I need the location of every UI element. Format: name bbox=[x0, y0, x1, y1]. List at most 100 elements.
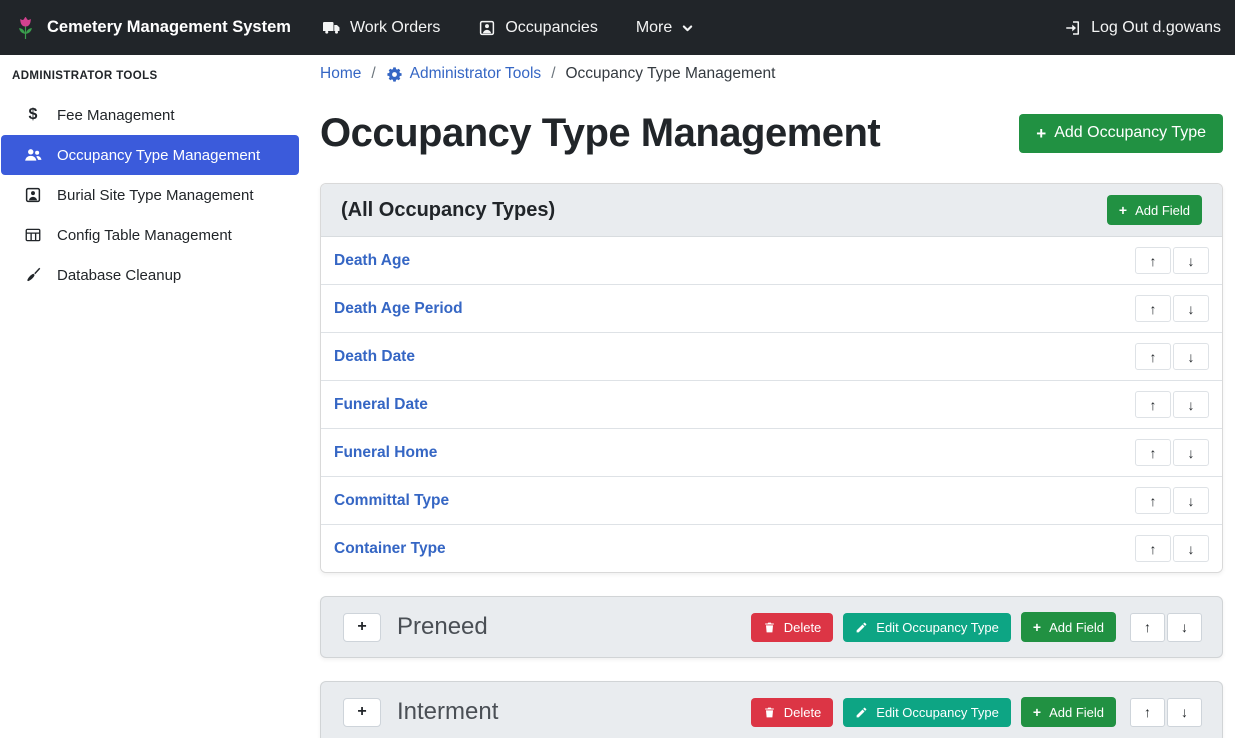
move-up-button[interactable]: ↑ bbox=[1135, 247, 1171, 274]
truck-icon bbox=[323, 19, 341, 37]
field-link-funeral-date[interactable]: Funeral Date bbox=[334, 396, 428, 414]
move-up-button[interactable]: ↑ bbox=[1135, 343, 1171, 370]
move-up-button[interactable]: ↑ bbox=[1130, 698, 1165, 727]
plus-icon: + bbox=[1033, 705, 1041, 719]
reorder-controls: ↑ ↓ bbox=[1135, 247, 1209, 274]
delete-label: Delete bbox=[784, 621, 822, 634]
add-field-label: Add Field bbox=[1049, 621, 1104, 634]
expand-button[interactable]: + bbox=[343, 613, 381, 642]
field-link-container-type[interactable]: Container Type bbox=[334, 540, 446, 558]
sidebar-list: $ Fee Management Occupancy Type Manageme… bbox=[0, 95, 300, 295]
app-screen: Cemetery Management System Work Orders bbox=[0, 0, 1235, 738]
trash-icon bbox=[763, 706, 776, 719]
move-down-button[interactable]: ↓ bbox=[1173, 487, 1209, 514]
sidebar-item-label: Occupancy Type Management bbox=[57, 147, 260, 164]
add-field-button[interactable]: + Add Field bbox=[1021, 697, 1116, 727]
nav-work-orders[interactable]: Work Orders bbox=[323, 19, 440, 37]
occupancy-type-section-preneed: + Preneed Delete bbox=[320, 596, 1223, 658]
field-link-committal-type[interactable]: Committal Type bbox=[334, 492, 449, 510]
add-occupancy-type-label: Add Occupancy Type bbox=[1054, 125, 1206, 141]
move-down-button[interactable]: ↓ bbox=[1167, 698, 1202, 727]
sidebar-item-label: Config Table Management bbox=[57, 227, 232, 244]
breadcrumb: Home / Administrator Tools / Occupancy T… bbox=[320, 65, 1223, 83]
move-down-button[interactable]: ↓ bbox=[1173, 391, 1209, 418]
section-title: Interment bbox=[397, 698, 498, 726]
breadcrumb-admin-tools-label: Administrator Tools bbox=[410, 65, 542, 83]
broom-icon bbox=[23, 266, 43, 284]
pencil-icon bbox=[855, 621, 868, 634]
sidebar-item-label: Fee Management bbox=[57, 107, 175, 124]
page-title: Occupancy Type Management bbox=[320, 109, 880, 157]
add-field-button[interactable]: + Add Field bbox=[1021, 612, 1116, 642]
move-up-button[interactable]: ↑ bbox=[1135, 295, 1171, 322]
add-occupancy-type-button[interactable]: + Add Occupancy Type bbox=[1019, 114, 1223, 153]
add-field-button[interactable]: + Add Field bbox=[1107, 195, 1202, 225]
move-down-button[interactable]: ↓ bbox=[1167, 613, 1202, 642]
sidebar-item-database-cleanup[interactable]: Database Cleanup bbox=[0, 255, 300, 295]
edit-occupancy-type-label: Edit Occupancy Type bbox=[876, 706, 999, 719]
sidebar-item-fee-management[interactable]: $ Fee Management bbox=[0, 95, 300, 135]
move-down-button[interactable]: ↓ bbox=[1173, 295, 1209, 322]
move-up-button[interactable]: ↑ bbox=[1130, 613, 1165, 642]
logout-button[interactable]: Log Out d.gowans bbox=[1064, 19, 1221, 37]
all-occupancy-types-header: (All Occupancy Types) + Add Field bbox=[321, 184, 1222, 237]
nav-work-orders-label: Work Orders bbox=[350, 19, 440, 37]
gear-icon bbox=[386, 66, 403, 83]
edit-occupancy-type-button[interactable]: Edit Occupancy Type bbox=[843, 698, 1011, 727]
field-row: Funeral Date ↑ ↓ bbox=[321, 381, 1222, 429]
brand[interactable]: Cemetery Management System bbox=[14, 14, 291, 41]
logout-label: Log Out d.gowans bbox=[1091, 19, 1221, 37]
edit-occupancy-type-button[interactable]: Edit Occupancy Type bbox=[843, 613, 1011, 642]
move-up-button[interactable]: ↑ bbox=[1135, 535, 1171, 562]
reorder-controls: ↑ ↓ bbox=[1135, 439, 1209, 466]
occupancy-type-section-interment: + Interment Delete bbox=[320, 681, 1223, 738]
move-up-button[interactable]: ↑ bbox=[1135, 487, 1171, 514]
field-link-death-age-period[interactable]: Death Age Period bbox=[334, 300, 463, 318]
breadcrumb-admin-tools[interactable]: Administrator Tools bbox=[386, 65, 542, 83]
sidebar-item-config-table-management[interactable]: Config Table Management bbox=[0, 215, 300, 255]
field-link-death-date[interactable]: Death Date bbox=[334, 348, 415, 366]
move-down-button[interactable]: ↓ bbox=[1173, 439, 1209, 466]
section-actions: Delete Edit Occupancy Type + Add Field bbox=[751, 697, 1202, 727]
delete-button[interactable]: Delete bbox=[751, 698, 834, 727]
nav-occupancies-label: Occupancies bbox=[505, 19, 598, 37]
move-down-button[interactable]: ↓ bbox=[1173, 343, 1209, 370]
reorder-controls: ↑ ↓ bbox=[1135, 343, 1209, 370]
tulip-logo-icon bbox=[14, 14, 37, 41]
breadcrumb-home[interactable]: Home bbox=[320, 65, 361, 83]
top-navbar: Cemetery Management System Work Orders bbox=[0, 0, 1235, 55]
sidebar-item-occupancy-type-management[interactable]: Occupancy Type Management bbox=[1, 135, 299, 175]
sidebar-item-burial-site-type-management[interactable]: Burial Site Type Management bbox=[0, 175, 300, 215]
nav-more[interactable]: More bbox=[636, 19, 694, 37]
field-link-funeral-home[interactable]: Funeral Home bbox=[334, 444, 437, 462]
sidebar: Administrator Tools $ Fee Management bbox=[0, 55, 300, 295]
field-row: Container Type ↑ ↓ bbox=[321, 525, 1222, 572]
move-down-button[interactable]: ↓ bbox=[1173, 247, 1209, 274]
plus-icon: + bbox=[1033, 620, 1041, 634]
page-layout: Administrator Tools $ Fee Management bbox=[0, 55, 1235, 738]
dollar-icon: $ bbox=[23, 107, 43, 123]
portrait-icon bbox=[478, 19, 496, 37]
move-down-button[interactable]: ↓ bbox=[1173, 535, 1209, 562]
all-occupancy-types-title: (All Occupancy Types) bbox=[341, 199, 555, 222]
field-row: Funeral Home ↑ ↓ bbox=[321, 429, 1222, 477]
field-row: Committal Type ↑ ↓ bbox=[321, 477, 1222, 525]
breadcrumb-current: Occupancy Type Management bbox=[566, 65, 776, 83]
plus-icon: + bbox=[1036, 125, 1046, 142]
nav-occupancies[interactable]: Occupancies bbox=[478, 19, 598, 37]
field-row: Death Age Period ↑ ↓ bbox=[321, 285, 1222, 333]
reorder-controls: ↑ ↓ bbox=[1130, 613, 1202, 642]
sidebar-heading: Administrator Tools bbox=[0, 70, 300, 95]
title-row: Occupancy Type Management + Add Occupanc… bbox=[320, 109, 1223, 157]
field-row: Death Age ↑ ↓ bbox=[321, 237, 1222, 285]
add-field-label: Add Field bbox=[1135, 204, 1190, 217]
trash-icon bbox=[763, 621, 776, 634]
section-actions: Delete Edit Occupancy Type + Add Field bbox=[751, 612, 1202, 642]
edit-occupancy-type-label: Edit Occupancy Type bbox=[876, 621, 999, 634]
sidebar-item-label: Burial Site Type Management bbox=[57, 187, 254, 204]
move-up-button[interactable]: ↑ bbox=[1135, 391, 1171, 418]
delete-button[interactable]: Delete bbox=[751, 613, 834, 642]
field-link-death-age[interactable]: Death Age bbox=[334, 252, 410, 270]
move-up-button[interactable]: ↑ bbox=[1135, 439, 1171, 466]
expand-button[interactable]: + bbox=[343, 698, 381, 727]
